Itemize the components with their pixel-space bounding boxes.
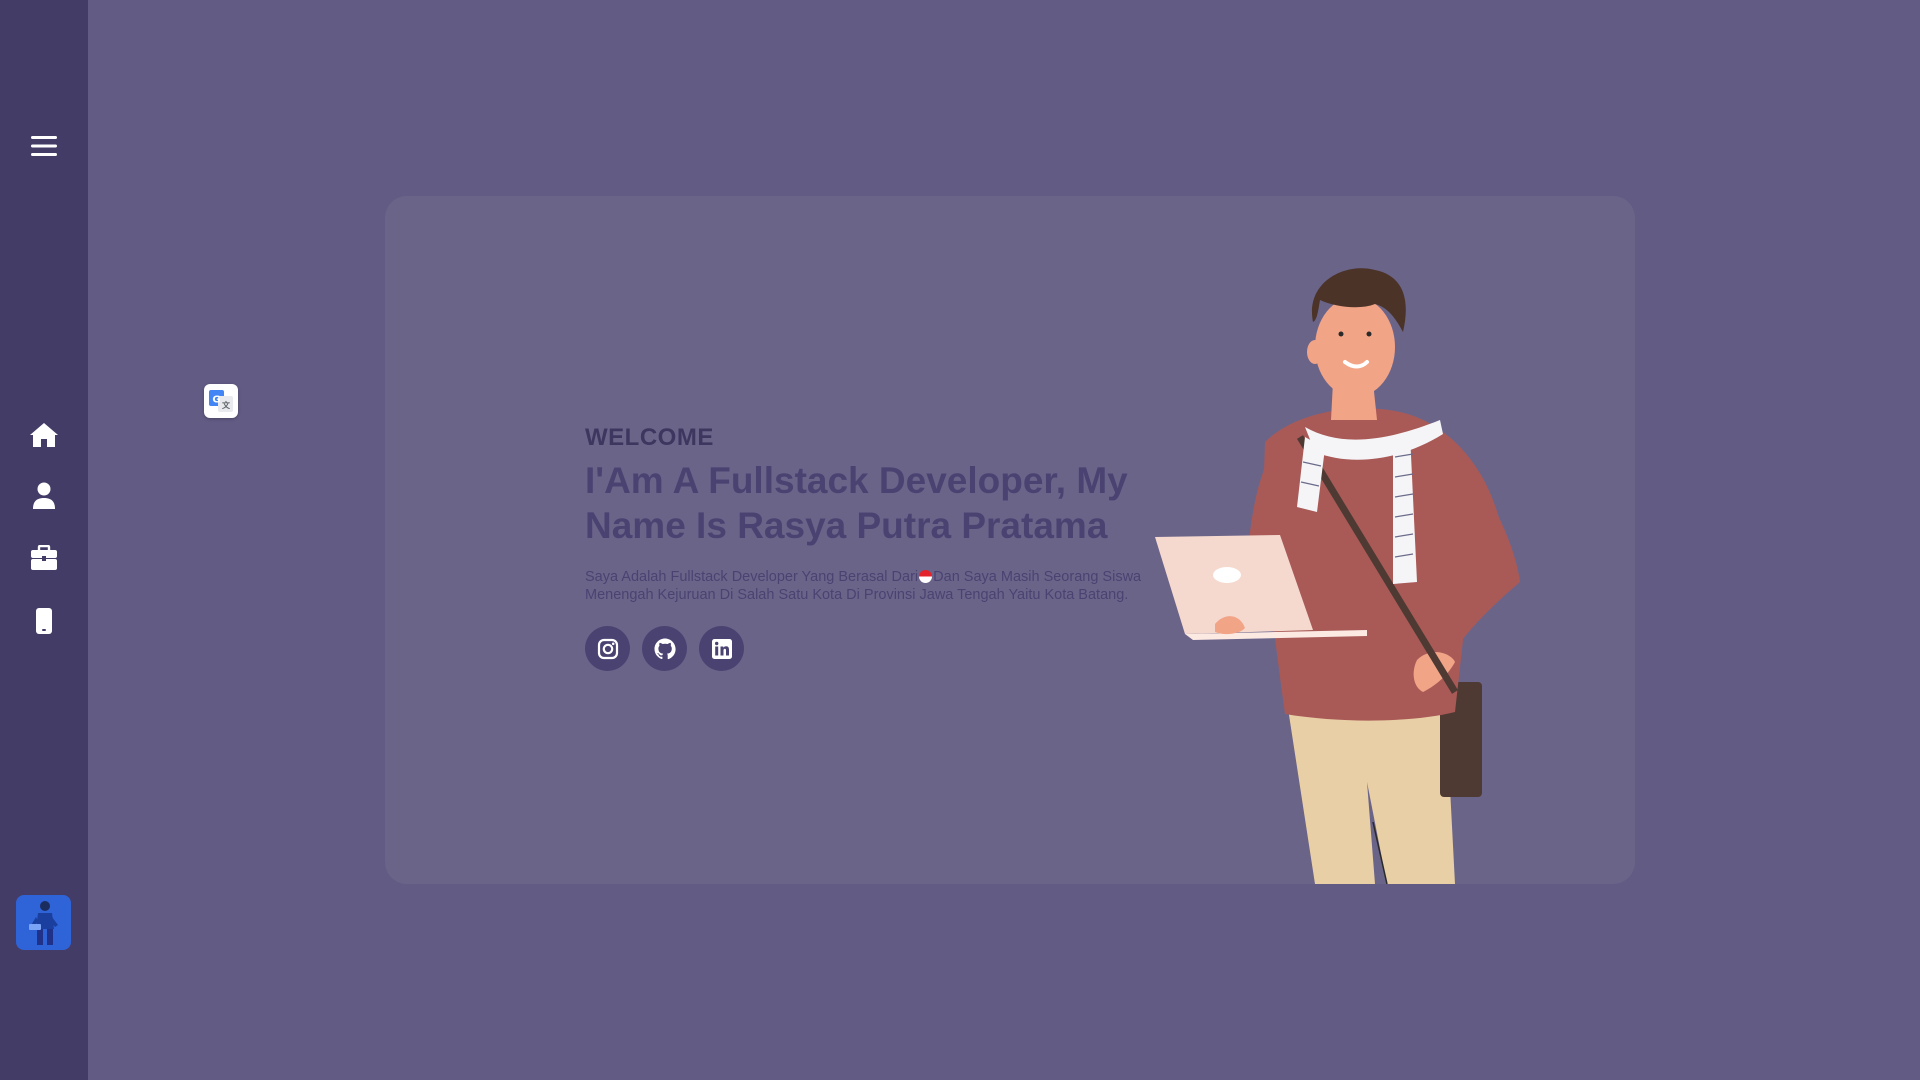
instagram-link[interactable] <box>585 626 630 671</box>
nav-contact-button[interactable] <box>22 599 66 643</box>
briefcase-icon <box>31 545 57 570</box>
hero-text: WELCOME I'Am A Fullstack Developer, My N… <box>585 424 1185 671</box>
svg-text:文: 文 <box>222 400 231 410</box>
nav-about-button[interactable] <box>22 474 66 518</box>
developer-illustration <box>1155 268 1520 884</box>
hero-card: WELCOME I'Am A Fullstack Developer, My N… <box>385 196 1635 884</box>
github-icon <box>654 638 676 659</box>
hero-description: Saya Adalah Fullstack Developer Yang Ber… <box>585 568 1165 604</box>
nav-portfolio-button[interactable] <box>22 536 66 580</box>
translate-button[interactable]: G 文 <box>204 384 238 418</box>
social-links <box>585 626 1185 671</box>
svg-text:G: G <box>212 395 220 406</box>
avatar-icon <box>28 900 58 945</box>
description-part1: Saya Adalah Fullstack Developer Yang Ber… <box>585 569 919 585</box>
avatar-button[interactable] <box>16 895 71 950</box>
google-translate-icon: G 文 <box>209 390 233 412</box>
indonesia-flag-icon <box>919 570 933 583</box>
github-link[interactable] <box>642 626 687 671</box>
home-icon <box>30 423 58 447</box>
linkedin-icon <box>711 638 732 659</box>
user-icon <box>33 482 55 509</box>
linkedin-link[interactable] <box>699 626 744 671</box>
mobile-phone-icon <box>36 608 52 634</box>
menu-toggle-button[interactable] <box>22 124 66 168</box>
hero-headline: I'Am A Fullstack Developer, My Name Is R… <box>585 460 1128 546</box>
instagram-icon <box>597 638 618 659</box>
nav-home-button[interactable] <box>22 413 66 457</box>
welcome-label: WELCOME <box>585 424 714 451</box>
sidebar <box>0 0 88 1080</box>
hamburger-menu-icon <box>31 136 57 156</box>
